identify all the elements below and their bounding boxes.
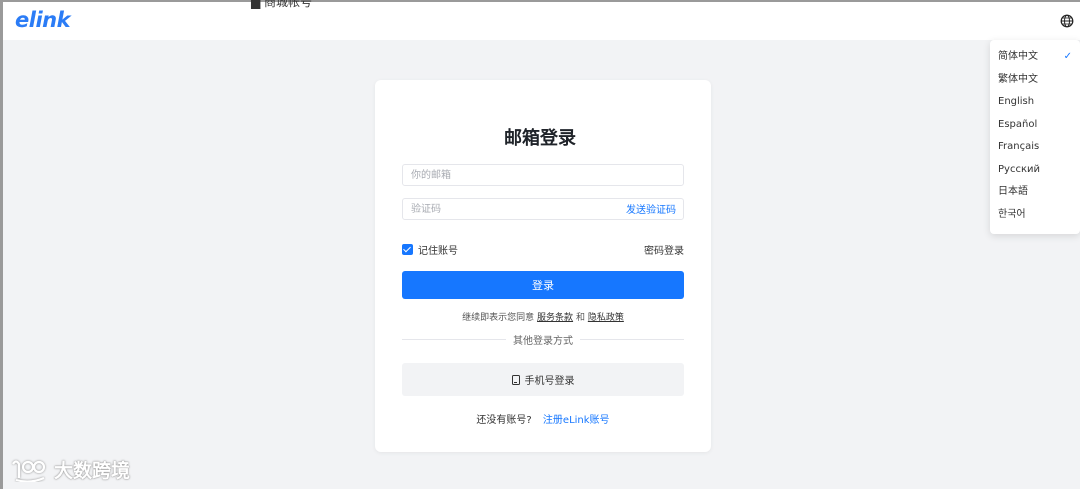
language-option-ja[interactable]: 日本語 (990, 181, 1080, 204)
terms-prefix: 继续即表示您同意 (462, 313, 535, 323)
remember-account[interactable]: 记住账号 (402, 242, 458, 257)
watermark-text: 大数跨境 (54, 459, 131, 482)
language-option-label: 简体中文 (998, 51, 1038, 62)
elink-logo[interactable]: elink (15, 8, 71, 32)
phone-login-label: 手机号登录 (524, 376, 575, 387)
remember-checkbox[interactable] (402, 243, 413, 255)
remember-label: 记住账号 (418, 245, 458, 257)
phone-login-button[interactable]: 手机号登录 (402, 363, 684, 396)
language-option-en[interactable]: English (990, 91, 1080, 114)
language-option-zh-hans[interactable]: 简体中文 ✓ (990, 46, 1080, 69)
language-option-label: 한국어 (998, 208, 1026, 220)
register-prompt: 还没有账号? 注册eLink账号 (0, 411, 1080, 426)
send-code-button[interactable]: 发送验证码 (626, 201, 676, 216)
other-methods-divider: 其他登录方式 (402, 332, 684, 347)
check-icon: ✓ (1063, 51, 1072, 62)
language-option-label: Русский (998, 163, 1040, 175)
globe-icon[interactable] (1060, 14, 1074, 28)
email-input[interactable] (402, 164, 684, 186)
divider-line-right (580, 339, 684, 340)
terms-of-service-link[interactable]: 服务条款 (537, 313, 573, 323)
language-option-label: 繁体中文 (998, 73, 1038, 85)
password-login-link[interactable]: 密码登录 (644, 242, 684, 257)
watermark-logo-icon (12, 460, 46, 482)
mobile-phone-icon (511, 374, 520, 385)
watermark: 大数跨境 (10, 455, 130, 483)
language-option-label: English (998, 96, 1035, 107)
language-option-zh-hant[interactable]: 繁体中文 (990, 69, 1080, 92)
language-option-ko[interactable]: 한국어 (990, 204, 1080, 227)
terms-notice: 继续即表示您同意 服务条款 和 隐私政策 (0, 310, 1080, 323)
login-title: 邮箱登录 (504, 128, 576, 149)
top-header: elink ▆ 商城帐号 (3, 0, 1080, 40)
language-option-label: 日本語 (998, 186, 1028, 197)
terms-and: 和 (575, 313, 585, 323)
language-option-ru[interactable]: Русский (990, 159, 1080, 182)
register-question: 还没有账号? (476, 415, 532, 426)
login-button[interactable]: 登录 (402, 271, 684, 299)
header-fragment-text: ▆ 商城帐号 (251, 0, 313, 9)
register-link[interactable]: 注册eLink账号 (543, 415, 610, 426)
privacy-policy-link[interactable]: 隐私政策 (588, 313, 624, 323)
